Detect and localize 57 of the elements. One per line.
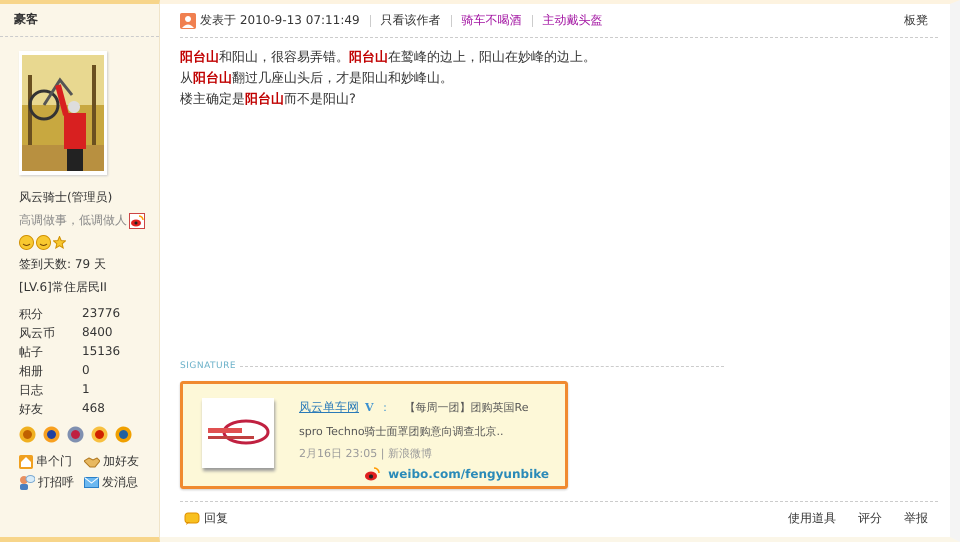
medal-icon [19, 426, 36, 443]
signature-label: SIGNATURE [180, 361, 236, 371]
smiley-icon [36, 235, 51, 250]
reply-button[interactable]: 回复 [184, 510, 228, 527]
envelope-icon [84, 477, 99, 488]
stat-value: 1 [82, 382, 91, 398]
mail-link[interactable]: 发消息 [84, 474, 154, 491]
username-header: 豪客 [0, 4, 159, 37]
stat-label: 相册 [19, 363, 44, 380]
colon-mark: ： [380, 400, 391, 415]
greet-link[interactable]: 打招呼 [19, 474, 84, 491]
stat-value: 0 [82, 363, 91, 379]
stat-label: 日志 [19, 382, 44, 399]
tag-link[interactable]: 骑车不喝酒 [462, 12, 522, 29]
footer-link[interactable]: 举报 [904, 510, 928, 527]
house-icon [19, 454, 33, 468]
user-nickname: 风云骑士(管理员) [19, 189, 114, 206]
user-level: [LV.6]常住居民II [19, 279, 108, 296]
checkin-days: 签到天数: 79 天 [19, 256, 159, 273]
stat-label: 帖子 [19, 344, 44, 361]
footer-link[interactable]: 评分 [858, 510, 882, 527]
post-text: 从阳台山翻过几座山头后，才是阳山和妙峰山。 [180, 70, 454, 88]
user-motto: 高调做事，低调做人 [19, 212, 127, 229]
stat-value: 15136 [82, 344, 122, 360]
medal-icon [91, 426, 108, 443]
post-text: 楼主确定是阳台山而不是阳山? [180, 91, 357, 109]
floor-number: 板凳 [904, 12, 928, 29]
stat-label: 风云币 [19, 325, 56, 342]
medal-icon [67, 426, 84, 443]
medal-icon [43, 426, 60, 443]
weibo-text: spro Techno骑士面罩团购意向调查北京.. [299, 424, 505, 440]
tag-link[interactable]: 主动戴头盔 [542, 12, 603, 29]
weibo-time: 2月16日 23:05 | 新浪微博 [299, 446, 433, 461]
weibo-icon[interactable] [129, 212, 145, 228]
post-time: 发表于 2010-9-13 07:11:49 [200, 12, 360, 29]
friend-link[interactable]: 加好友 [84, 453, 154, 470]
author-only-link[interactable]: 只看该作者 [380, 12, 441, 29]
stat-value: 468 [82, 401, 106, 417]
weibo-link[interactable]: weibo.com/fengyunbike [364, 467, 549, 481]
stat-label: 好友 [19, 401, 44, 418]
speech-bubble-icon [184, 512, 200, 526]
medal-icon [115, 426, 132, 443]
weibo-name-link[interactable]: 风云单车网 [299, 399, 359, 416]
stat-value: 23776 [82, 306, 122, 322]
stat-value: 8400 [82, 325, 114, 341]
verified-mark: V [365, 401, 374, 414]
weibo-icon [364, 467, 380, 481]
user-icon [180, 12, 196, 28]
home-link[interactable]: 串个门 [19, 453, 84, 470]
post-text: 阳台山和阳山，很容易弄错。阳台山在鹫峰的边上，阳山在妙峰的边上。 [180, 49, 597, 67]
chat-person-icon [19, 475, 35, 490]
smiley-icon [19, 235, 34, 250]
star-icon [53, 236, 66, 249]
stat-label: 积分 [19, 306, 44, 323]
footer-link[interactable]: 使用道具 [788, 510, 836, 527]
handshake-icon [84, 456, 100, 468]
weibo-text: 【每周一团】团购英国Re [404, 400, 528, 416]
